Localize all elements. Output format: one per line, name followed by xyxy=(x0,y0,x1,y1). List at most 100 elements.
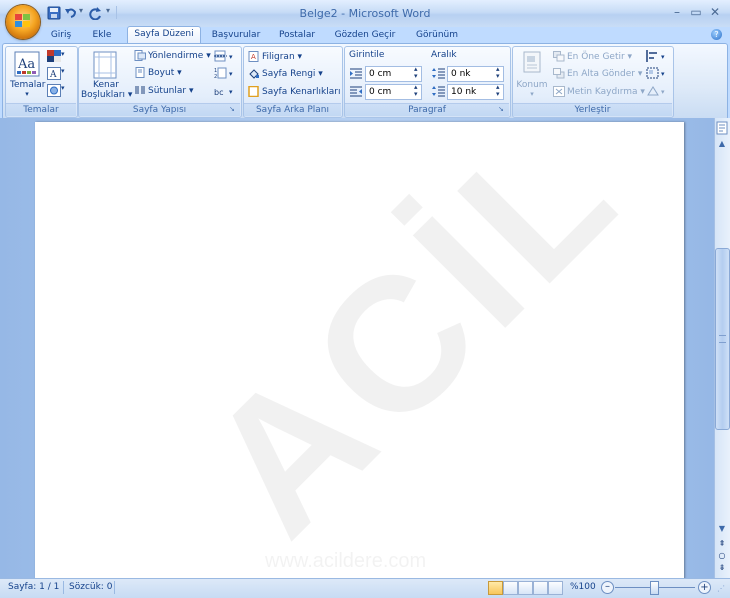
tab-sayfa-duzeni[interactable]: Sayfa Düzeni xyxy=(127,26,201,43)
spacing-before-spinner[interactable]: ▴ ▾ xyxy=(496,66,500,80)
watermark-button[interactable]: A Filigran ▾ xyxy=(248,50,302,65)
tab-gorunum[interactable]: Görünüm xyxy=(409,28,465,43)
columns-icon xyxy=(135,86,145,94)
margins-label-line1: Kenar xyxy=(93,80,119,90)
margins-icon xyxy=(93,51,117,79)
theme-effects-icon xyxy=(47,84,61,97)
scrollbar-thumb[interactable] xyxy=(715,248,730,430)
office-button[interactable] xyxy=(6,5,40,39)
spacing-after-spinner[interactable]: ▴ ▾ xyxy=(496,84,500,98)
previous-page-icon[interactable]: ⇞ xyxy=(715,539,729,549)
position-button[interactable]: Konum ▾ xyxy=(515,49,549,103)
send-back-icon xyxy=(553,68,565,79)
zoom-out-icon[interactable]: – xyxy=(601,581,614,594)
tab-giris[interactable]: Giriş xyxy=(45,28,77,43)
columns-button[interactable]: Sütunlar ▾ xyxy=(134,84,193,99)
page-borders-button[interactable]: Sayfa Kenarlıkları xyxy=(248,85,340,100)
tab-ekle[interactable]: Ekle xyxy=(86,28,118,43)
bring-front-button[interactable]: En Öne Getir ▾ xyxy=(553,50,632,65)
themes-button[interactable]: Aa Temalar ▾ xyxy=(10,49,46,103)
themes-button-label: Temalar xyxy=(10,80,46,90)
svg-text:A: A xyxy=(49,70,57,80)
page-borders-label: Sayfa Kenarlıkları xyxy=(262,87,341,97)
indent-left-icon xyxy=(350,68,362,79)
theme-fonts-icon: A xyxy=(47,67,61,80)
position-icon xyxy=(523,51,541,73)
tab-gozden-gecir[interactable]: Gözden Geçir xyxy=(332,28,398,43)
watermark-text: ACİL xyxy=(167,122,659,575)
align-icon[interactable]: ▾ xyxy=(646,50,668,62)
margins-label: Boşlukları xyxy=(81,90,126,100)
watermark: ACİL www.acildere.com xyxy=(35,122,684,582)
theme-effects-button[interactable]: ▾ xyxy=(47,84,69,98)
theme-colors-button[interactable]: ▾ xyxy=(47,50,69,64)
margins-button[interactable]: Kenar Boşlukları ▾ xyxy=(81,49,133,103)
group-label-temalar: Temalar xyxy=(6,103,76,116)
tab-basvurular[interactable]: Başvurular xyxy=(208,28,264,43)
page-color-label: Sayfa Rengi xyxy=(262,69,316,79)
indent-right-icon xyxy=(350,86,362,97)
draft-view-icon[interactable] xyxy=(548,581,563,595)
page-count[interactable]: Sayfa: 1 / 1 xyxy=(8,582,59,592)
tab-postalar[interactable]: Postalar xyxy=(273,28,321,43)
word-count[interactable]: Sözcük: 0 xyxy=(69,582,112,592)
redo-icon[interactable] xyxy=(88,6,102,20)
group-label-yerlestir: Yerleştir xyxy=(513,103,672,116)
paragraph-launcher-icon[interactable]: ↘ xyxy=(498,105,506,113)
send-back-label: En Alta Gönder xyxy=(567,69,635,79)
qat-customize-icon[interactable]: ▾ xyxy=(106,6,110,20)
browse-object-icon[interactable]: ○ xyxy=(715,551,729,561)
close-button[interactable]: ✕ xyxy=(707,5,723,19)
indent-header: Girintile xyxy=(349,50,385,60)
chevron-down-icon: ▾ xyxy=(25,90,29,98)
page-color-icon xyxy=(249,69,259,79)
save-icon[interactable] xyxy=(47,6,61,20)
qat-separator xyxy=(116,6,117,19)
zoom-level[interactable]: %100 xyxy=(570,582,596,592)
chevron-down-icon: ▾ xyxy=(530,90,534,98)
group-label-sayfa-yapisi: Sayfa Yapısı xyxy=(79,103,240,116)
minimize-button[interactable]: – xyxy=(669,5,685,19)
theme-fonts-button[interactable]: A ▾ xyxy=(47,67,69,81)
status-separator xyxy=(63,581,64,594)
undo-icon[interactable] xyxy=(64,6,78,20)
size-button[interactable]: Boyut ▾ xyxy=(134,66,182,81)
zoom-slider-thumb[interactable] xyxy=(650,581,659,595)
group-objects-icon[interactable]: ▾ xyxy=(646,67,668,79)
chevron-down-icon: ▾ xyxy=(61,84,65,92)
indent-left-spinner[interactable]: ▴ ▾ xyxy=(414,66,418,80)
scroll-down-icon[interactable]: ▼ xyxy=(715,524,729,536)
view-ruler-icon[interactable] xyxy=(714,120,730,136)
send-back-button[interactable]: En Alta Gönder ▾ xyxy=(553,67,642,82)
hyphenation-icon[interactable]: bc ▾ xyxy=(214,85,236,97)
web-layout-view-icon[interactable] xyxy=(518,581,533,595)
svg-text:2: 2 xyxy=(214,74,217,79)
text-wrap-icon xyxy=(553,86,565,97)
page-color-button[interactable]: Sayfa Rengi ▾ xyxy=(248,67,323,82)
svg-text:Aa: Aa xyxy=(17,57,35,72)
page-setup-launcher-icon[interactable]: ↘ xyxy=(229,105,237,113)
full-screen-reading-view-icon[interactable] xyxy=(503,581,518,595)
orientation-button[interactable]: Yönlendirme ▾ xyxy=(134,49,211,64)
undo-dropdown-icon[interactable]: ▾ xyxy=(79,6,83,20)
text-wrap-button[interactable]: Metin Kaydırma ▾ xyxy=(553,85,645,100)
group-label-sayfa-arka-plani: Sayfa Arka Planı xyxy=(244,103,341,116)
next-page-icon[interactable]: ⇟ xyxy=(715,563,729,573)
chevron-down-icon: ▾ xyxy=(61,67,65,75)
scroll-up-icon[interactable]: ▲ xyxy=(715,139,729,151)
breaks-icon[interactable]: ▾ xyxy=(214,50,236,62)
indent-right-spinner[interactable]: ▴ ▾ xyxy=(414,84,418,98)
help-icon[interactable]: ? xyxy=(711,29,722,40)
outline-view-icon[interactable] xyxy=(533,581,548,595)
rotate-icon[interactable]: ▾ xyxy=(646,85,668,97)
maximize-button[interactable]: ▭ xyxy=(688,5,704,19)
svg-text:▾: ▾ xyxy=(229,53,233,61)
resize-grip-icon[interactable]: ⋰ xyxy=(717,584,725,593)
orientation-label: Yönlendirme xyxy=(148,51,204,61)
zoom-in-icon[interactable]: + xyxy=(698,581,711,594)
margins-label-line2: Boşlukları ▾ xyxy=(81,90,133,100)
office-logo-icon xyxy=(15,14,30,27)
watermark-label: Filigran xyxy=(262,52,295,62)
print-layout-view-icon[interactable] xyxy=(488,581,503,595)
line-numbers-icon[interactable]: 12 ▾ xyxy=(214,67,236,79)
